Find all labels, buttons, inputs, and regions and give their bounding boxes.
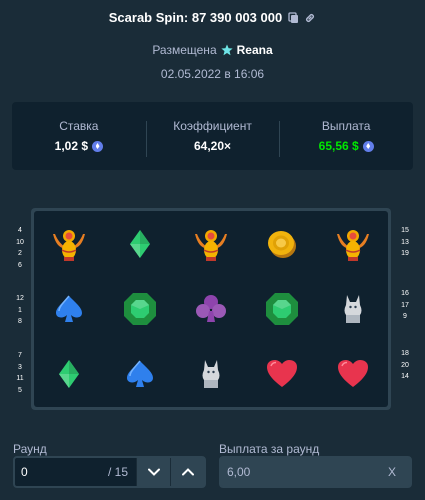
- payline-numbers-left-top: 4 10 2 6: [13, 225, 27, 271]
- blue-spade-icon: [56, 295, 83, 322]
- reel-cell: [246, 211, 317, 276]
- gold-coin-icon: [267, 230, 296, 258]
- reel-cell: [317, 211, 388, 276]
- vip-star-icon: [221, 44, 233, 56]
- round-increment-button[interactable]: [170, 458, 204, 486]
- red-heart-icon: [266, 360, 297, 388]
- posted-by: Размещена Reana: [0, 43, 425, 57]
- reel-cell: [105, 276, 176, 341]
- reel-cell: [176, 276, 247, 341]
- reel-cell: [105, 211, 176, 276]
- payline-number: 2: [18, 250, 22, 257]
- stat-value: 1,02 $: [54, 139, 89, 153]
- cat-statue-icon: [202, 360, 220, 389]
- red-heart-icon: [337, 360, 368, 388]
- cat-statue-icon: [344, 294, 362, 323]
- payline-number: 13: [401, 238, 409, 246]
- payline-number: 9: [403, 313, 407, 320]
- chevron-down-icon: [147, 468, 160, 476]
- stat-label: Ставка: [59, 119, 99, 133]
- payline-numbers-left-bottom: 7 3 11 5: [13, 350, 27, 396]
- eth-coin-icon: [92, 140, 104, 152]
- posted-label: Размещена: [152, 43, 217, 57]
- reel-cell: [246, 342, 317, 407]
- game-title: Scarab Spin: 87 390 003 000: [108, 10, 283, 25]
- round-total: / 15: [107, 465, 128, 479]
- reel-cell: [105, 342, 176, 407]
- round-payout-value: 6,00: [227, 465, 251, 479]
- payline-number: 10: [16, 238, 24, 246]
- reel-cell: [34, 276, 105, 341]
- reel-cell: [34, 211, 105, 276]
- bet-stats-panel: Ставка 1,02 $ Коэффициент 64,20× Выплата…: [12, 102, 413, 170]
- payline-numbers-left-mid: 12 1 8: [13, 293, 27, 328]
- green-emerald-icon: [265, 292, 298, 325]
- payline-number: 19: [401, 250, 409, 257]
- round-value[interactable]: 0: [15, 465, 108, 479]
- reel-grid: [34, 211, 388, 407]
- round-payout-label: Выплата за раунд: [219, 442, 320, 456]
- payline-number: 8: [18, 318, 22, 325]
- payline-number: 5: [18, 386, 22, 394]
- purple-club-icon: [195, 294, 226, 322]
- stat-label: Коэффициент: [173, 119, 252, 133]
- stat-bet: Ставка 1,02 $: [12, 119, 146, 153]
- scarab-icon: [53, 229, 86, 261]
- green-diamond-icon: [59, 360, 80, 389]
- reel-cell: [317, 342, 388, 407]
- stat-multiplier: Коэффициент 64,20×: [145, 119, 280, 157]
- payline-numbers-right-mid: 16 17 9: [398, 288, 412, 323]
- payline-number: 16: [401, 290, 409, 297]
- payline-number: 14: [401, 373, 409, 380]
- reel-cell: [246, 276, 317, 341]
- title-row: Scarab Spin: 87 390 003 000: [0, 10, 425, 25]
- payline-numbers-right-bottom: 18 20 14: [398, 348, 412, 383]
- green-emerald-icon: [124, 292, 157, 325]
- scarab-icon: [336, 229, 369, 261]
- green-diamond-icon: [130, 229, 151, 258]
- payline-number: 20: [401, 361, 409, 369]
- round-decrement-button[interactable]: [136, 458, 170, 486]
- payline-number: 4: [18, 227, 22, 234]
- round-label: Раунд: [13, 442, 47, 456]
- stat-value: 65,56 $: [318, 139, 359, 153]
- payline-numbers-right-top: 15 13 19: [398, 225, 412, 260]
- username-link[interactable]: Reana: [237, 43, 273, 57]
- payline-number: 7: [18, 352, 22, 359]
- payline-number: 1: [18, 306, 22, 314]
- eth-coin-icon: [362, 140, 374, 152]
- payline-number: 11: [16, 375, 24, 382]
- reel-cell: [317, 276, 388, 341]
- stat-label: Выплата: [321, 119, 371, 133]
- round-payout-field: 6,00 X: [219, 456, 412, 488]
- slot-reels: [31, 208, 391, 410]
- reel-cell: [176, 342, 247, 407]
- payline-number: 3: [18, 363, 22, 371]
- scarab-icon: [194, 229, 227, 261]
- bet-date: 02.05.2022 в 16:06: [160, 67, 265, 81]
- reel-cell: [176, 211, 247, 276]
- payline-number: 6: [18, 261, 22, 269]
- payline-number: 18: [401, 350, 409, 357]
- stat-payout: Выплата 65,56 $: [279, 119, 413, 157]
- multiplier-suffix: X: [387, 465, 396, 479]
- bet-header: Scarab Spin: 87 390 003 000 Размещена Re…: [0, 10, 425, 81]
- payline-number: 12: [16, 295, 24, 302]
- payline-number: 17: [401, 301, 409, 309]
- blue-spade-icon: [127, 360, 154, 388]
- reel-cell: [34, 342, 105, 407]
- payline-number: 15: [401, 227, 409, 234]
- chevron-up-icon: [181, 468, 194, 476]
- stat-value: 64,20×: [193, 139, 232, 153]
- round-input[interactable]: 0 / 15: [13, 456, 206, 488]
- copy-icon[interactable]: [288, 11, 300, 24]
- link-icon[interactable]: [304, 12, 316, 24]
